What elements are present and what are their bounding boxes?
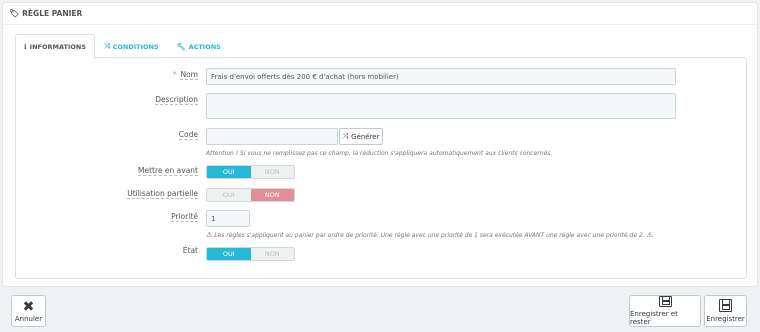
status-label: État	[182, 246, 198, 255]
panel-heading: 🏷︎ RÈGLE PANIER	[3, 3, 757, 25]
code-label-text: Code	[178, 130, 198, 140]
code-input[interactable]	[206, 128, 338, 145]
tab-bar: ℹ INFORMATIONS ⤨ CONDITIONS 🔧︎ ACTIONS	[15, 34, 230, 59]
close-icon: ✖	[22, 298, 35, 315]
priority-help: ⚠ Les règles s'appliquent au panier par …	[206, 231, 653, 239]
save-label: Enregistrer	[706, 315, 745, 323]
status-yes-option[interactable]: OUI	[207, 248, 251, 260]
name-label-text: Nom	[180, 70, 198, 80]
status-no-option[interactable]: NON	[250, 248, 294, 260]
priority-help-text: Les règles s'appliquent au panier par or…	[214, 232, 645, 239]
highlight-label-text: Mettre en avant	[138, 166, 198, 176]
partial-use-label-text: Utilisation partielle	[127, 189, 198, 199]
description-label-text: Description	[155, 95, 198, 105]
cancel-label: Annuler	[14, 314, 43, 323]
info-icon: ℹ	[24, 43, 27, 51]
cancel-button[interactable]: ✖ Annuler	[11, 295, 46, 327]
warning-icon: ⚠	[646, 231, 653, 239]
save-and-stay-button[interactable]: Enregistrer et rester	[629, 295, 701, 327]
code-label: Code	[178, 130, 198, 140]
tab-label: CONDITIONS	[112, 42, 159, 51]
shuffle-icon: ⤨	[342, 132, 349, 140]
highlight-yes-option[interactable]: OUI	[207, 166, 251, 178]
tag-icon: 🏷︎	[9, 9, 20, 18]
priority-input[interactable]: 1	[206, 210, 250, 227]
generate-button[interactable]: ⤨ Générer	[339, 128, 383, 145]
generate-label: Générer	[351, 132, 380, 141]
description-label: Description	[155, 95, 198, 105]
highlight-label: Mettre en avant	[138, 166, 198, 176]
tab-label: ACTIONS	[188, 42, 221, 51]
highlight-no-option[interactable]: NON	[250, 166, 294, 178]
tab-conditions[interactable]: ⤨ CONDITIONS	[95, 34, 168, 58]
tab-informations[interactable]: ℹ INFORMATIONS	[15, 34, 95, 59]
partial-use-no-option[interactable]: NON	[250, 189, 294, 201]
tab-content-informations: * Nom Frais d'envoi offerts dès 200 € d'a…	[15, 57, 747, 279]
priority-label: Priorité	[171, 212, 198, 222]
partial-use-label: Utilisation partielle	[127, 189, 198, 199]
required-mark: *	[172, 70, 177, 79]
name-label: * Nom	[172, 70, 198, 80]
tab-actions[interactable]: 🔧︎ ACTIONS	[168, 34, 230, 58]
status-switch: OUI NON	[206, 247, 295, 261]
save-and-stay-label: Enregistrer et rester	[630, 310, 678, 326]
floppy-disk-icon	[719, 299, 732, 312]
save-button[interactable]: Enregistrer	[704, 295, 747, 327]
partial-use-switch: OUI NON	[206, 188, 295, 202]
floppy-disk-icon	[658, 296, 672, 307]
wrench-icon: 🔧︎	[176, 42, 186, 51]
priority-label-text: Priorité	[171, 212, 198, 222]
highlight-switch: OUI NON	[206, 165, 295, 179]
code-help-text: Attention ! Si vous ne remplissez pas ce…	[206, 150, 553, 157]
panel-title: RÈGLE PANIER	[22, 9, 83, 18]
cart-rule-panel: 🏷︎ RÈGLE PANIER ℹ INFORMATIONS ⤨ CONDITI…	[2, 2, 758, 287]
partial-use-yes-option[interactable]: OUI	[207, 189, 251, 201]
description-textarea[interactable]	[206, 93, 676, 119]
name-input[interactable]: Frais d'envoi offerts dès 200 € d'achat …	[206, 68, 676, 85]
tab-label: INFORMATIONS	[29, 43, 86, 51]
shuffle-icon: ⤨	[104, 42, 110, 50]
warning-icon: ⚠	[206, 231, 213, 239]
